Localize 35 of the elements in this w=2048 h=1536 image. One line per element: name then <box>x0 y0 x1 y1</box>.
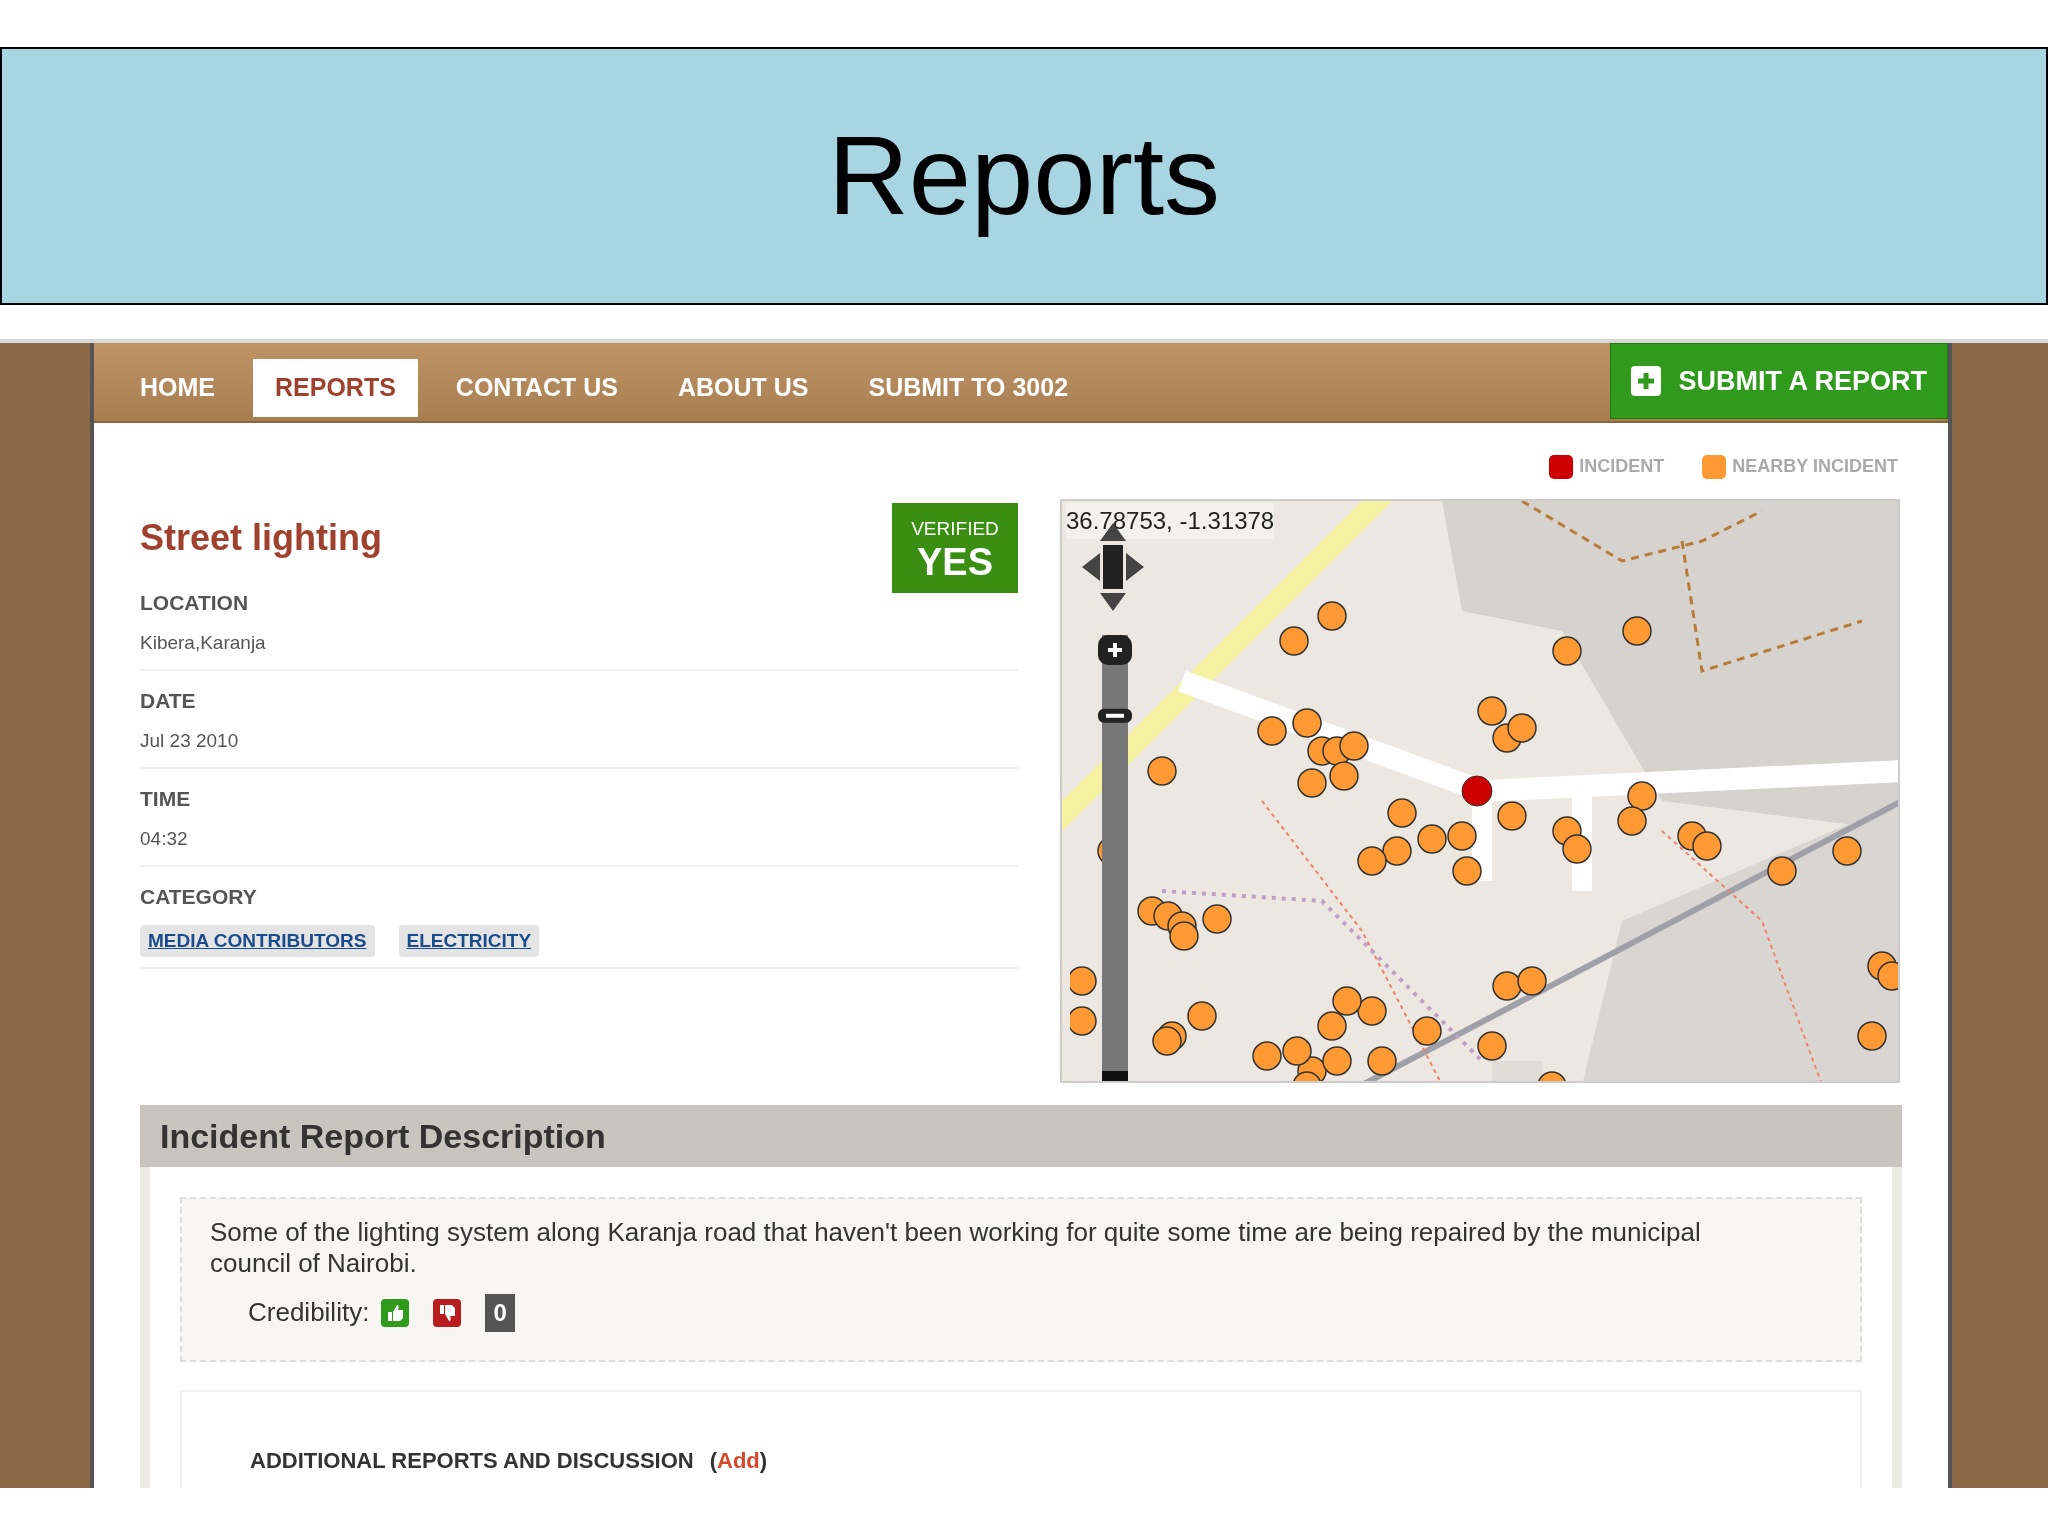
credibility-score: 0 <box>485 1293 515 1332</box>
add-link[interactable]: Add <box>717 1444 760 1477</box>
parenthesis: ) <box>759 1447 768 1475</box>
field-label: DATE <box>140 688 197 714</box>
section-heading: Incident Report Description <box>140 1105 1902 1167</box>
thumbs-down-icon <box>438 1303 457 1322</box>
zoom-slider[interactable] <box>1098 635 1132 1081</box>
thumbs-up-icon <box>386 1303 405 1322</box>
verified-badge: VERIFIED YES <box>892 503 1018 593</box>
discussion-heading: ADDITIONAL REPORTS AND DISCUSSION <box>250 1447 694 1475</box>
nav-tab[interactable]: HOME <box>118 359 237 417</box>
category-tag[interactable]: ELECTRICITY <box>398 924 540 957</box>
nav-tab[interactable]: CONTACT US <box>433 359 640 417</box>
nav-tab[interactable]: REPORTS <box>253 359 418 417</box>
field-value: 04:32 <box>140 826 189 851</box>
field-label: CATEGORY <box>140 884 258 910</box>
description-text: Some of the lighting system along Karanja road that haven't been working for quite some time are being repaired by the municipal council of Nairobi. <box>210 1217 1702 1279</box>
parenthesis: ( <box>709 1447 718 1475</box>
field-label: TIME <box>140 786 192 812</box>
nav-tab[interactable]: SUBMIT TO 3002 <box>846 359 1091 417</box>
credibility-label: Credibility: <box>248 1296 370 1329</box>
report-title: Street lighting <box>140 516 382 560</box>
field-value: Kibera,Karanja <box>140 630 267 655</box>
plus-icon <box>1630 366 1661 396</box>
category-tag[interactable]: MEDIA CONTRIBUTORS <box>140 924 375 957</box>
legend-label: INCIDENT <box>1579 455 1665 478</box>
submit-report-button[interactable]: SUBMIT A REPORT <box>1609 343 1948 419</box>
nav-tab[interactable]: ABOUT US <box>655 359 831 417</box>
map-coordinates: 36.78753, -1.31378 <box>1066 503 1275 539</box>
thumbs-up-button[interactable] <box>381 1298 410 1327</box>
thumbs-down-button[interactable] <box>433 1298 462 1327</box>
legend-label: NEARBY INCIDENT <box>1732 455 1898 478</box>
field-label: LOCATION <box>140 590 250 616</box>
slide-title: Reports <box>827 112 1221 240</box>
field-value: Jul 23 2010 <box>140 728 240 753</box>
